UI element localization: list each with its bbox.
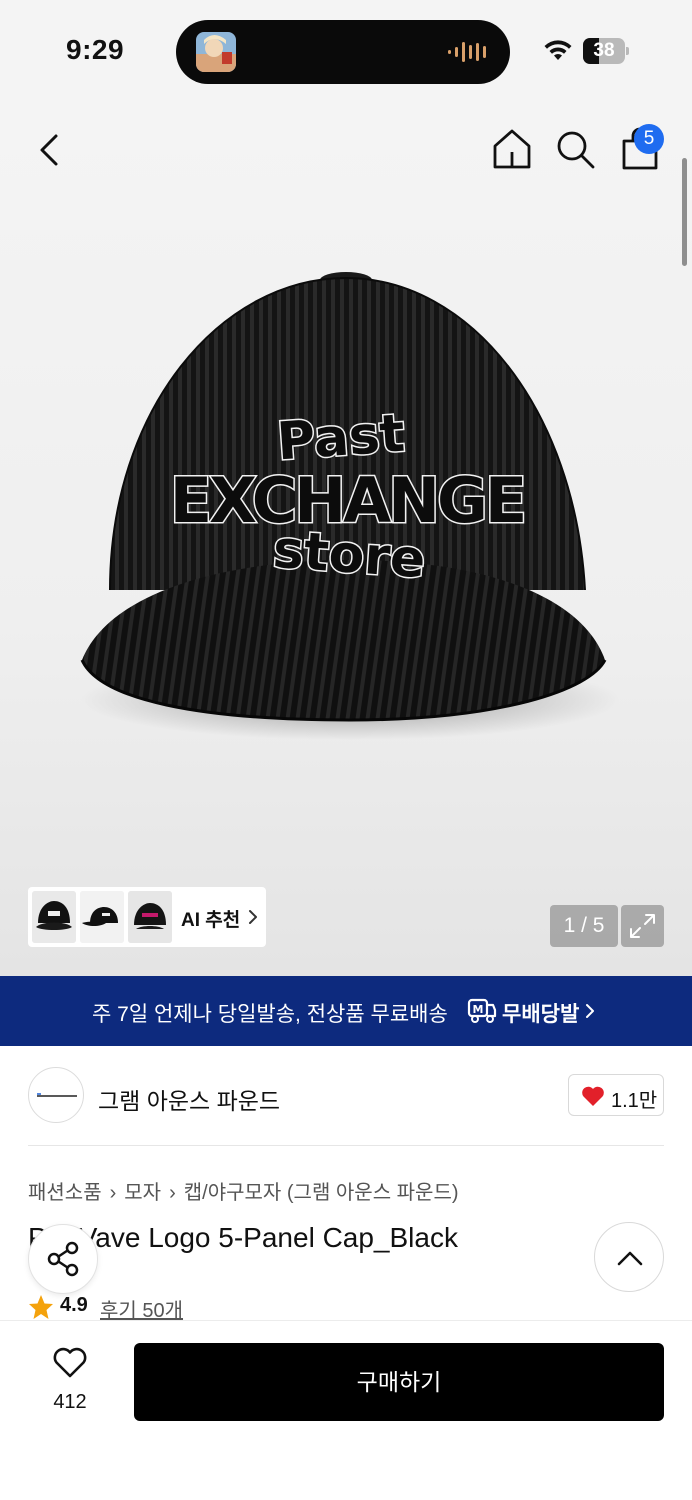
wishlist-count: 412	[53, 1391, 87, 1413]
wishlist-button[interactable]: 412	[40, 1345, 100, 1415]
breadcrumb-item[interactable]: 캡/야구모자 (그램 아운스 파운드)	[184, 1182, 459, 1204]
cap-logo-line-3: store	[271, 520, 427, 590]
status-time: 9:29	[66, 34, 125, 65]
promo-brand-label: 무배당발	[502, 1003, 580, 1026]
brand-name[interactable]: 그램 아운스 파운드	[98, 1082, 280, 1116]
dynamic-island[interactable]	[176, 20, 510, 84]
star-icon	[29, 1295, 53, 1319]
battery-percent: 38	[593, 40, 615, 61]
cap-logo-line-1: Past	[275, 404, 406, 473]
battery-indicator: 38	[583, 38, 629, 64]
wifi-icon	[544, 40, 572, 60]
svg-text:M: M	[473, 1003, 484, 1016]
brand-like-count: 1.1만	[611, 1090, 658, 1112]
chevron-right-icon: ›	[109, 1182, 117, 1204]
expand-icon	[630, 914, 655, 938]
heart-filled-icon	[582, 1086, 604, 1106]
shipping-promo-banner[interactable]: 주 7일 언제나 당일발송, 전상품 무료배송 M 무배당발	[0, 976, 692, 1046]
now-playing-artwork	[196, 32, 236, 72]
brand-like-button[interactable]: 1.1만	[568, 1074, 664, 1116]
chevron-up-icon	[617, 1251, 643, 1266]
rating-row[interactable]: 4.9 후기 50개	[28, 1292, 328, 1320]
breadcrumb-item[interactable]: 모자	[124, 1182, 161, 1204]
promo-text: 주 7일 언제나 당일발송, 전상품 무료배송	[92, 1003, 448, 1026]
product-image-cap[interactable]: Past EXCHANGE store	[70, 260, 620, 780]
brand-logo[interactable]	[28, 1067, 84, 1123]
divider	[28, 1145, 664, 1146]
search-icon[interactable]	[554, 128, 596, 170]
breadcrumb: 패션소품 › 모자 › 캡/야구모자 (그램 아운스 파운드)	[28, 1176, 459, 1205]
image-page-counter: 1 / 5	[550, 905, 618, 947]
share-icon	[47, 1241, 79, 1277]
home-icon[interactable]	[490, 126, 534, 172]
ai-recommend-thumb-1[interactable]	[32, 891, 76, 943]
rating-value: 4.9	[60, 1294, 88, 1316]
chevron-right-icon	[586, 1004, 594, 1018]
expand-image-button[interactable]	[621, 905, 664, 947]
share-button[interactable]	[28, 1224, 98, 1294]
scroll-to-top-button[interactable]	[594, 1222, 664, 1292]
ai-recommend-thumb-3[interactable]	[128, 891, 172, 943]
cart-count-badge: 5	[634, 124, 664, 154]
breadcrumb-item[interactable]: 패션소품	[28, 1182, 102, 1204]
brand-row[interactable]: 그램 아운스 파운드 1.1만	[0, 1046, 692, 1146]
reviews-link[interactable]: 후기 50개	[100, 1294, 183, 1320]
ai-recommend-thumb-2[interactable]	[80, 891, 124, 943]
product-title-text: Vave Logo 5-Panel Cap_Black	[78, 1222, 458, 1253]
delivery-truck-icon: M	[467, 998, 497, 1023]
chevron-right-icon: ›	[169, 1182, 176, 1204]
ai-recommend-card[interactable]: AI 추천	[28, 887, 266, 947]
chevron-right-icon	[249, 910, 257, 924]
back-arrow-icon[interactable]	[28, 128, 72, 172]
audio-waveform-icon	[448, 42, 486, 62]
buy-button[interactable]: 구매하기	[134, 1343, 664, 1421]
bottom-action-bar: 412 구매하기	[0, 1320, 692, 1500]
product-image-gallery[interactable]: 5 Past EXCHANGE store AI 추천 1 / 5	[0, 100, 692, 976]
heart-outline-icon	[53, 1347, 87, 1378]
scrollbar[interactable]	[682, 158, 687, 266]
status-bar: 9:29 38	[0, 0, 692, 100]
ai-recommend-label: AI 추천	[181, 910, 241, 931]
